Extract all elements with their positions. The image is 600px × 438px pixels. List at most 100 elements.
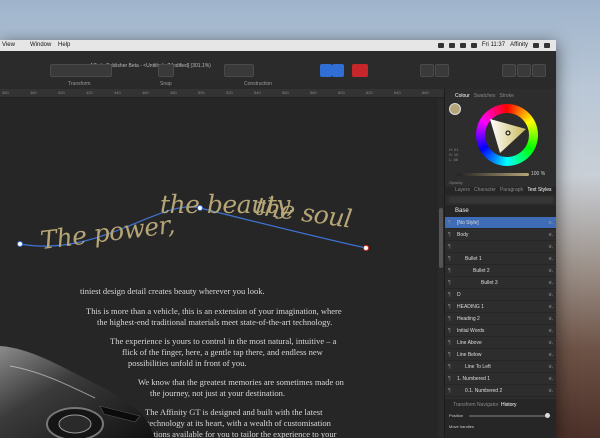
- transform-label[interactable]: Transform: [68, 81, 91, 87]
- style-options-icon[interactable]: ≡.: [549, 364, 553, 370]
- text-style-row[interactable]: ¶ 1. Numbered 1 ≡.: [445, 373, 556, 385]
- style-options-icon[interactable]: ≡.: [549, 220, 553, 226]
- bottom-panel: Transform Navigator History Position Mov…: [445, 399, 556, 438]
- pilcrow-icon: ¶: [448, 255, 451, 262]
- airplay-icon[interactable]: [448, 42, 455, 48]
- clock[interactable]: Fri 11:37: [482, 42, 505, 48]
- arrange-button[interactable]: [420, 64, 434, 77]
- colour-panel-tabs: Colour Swatches Stroke: [445, 93, 556, 101]
- text-style-row[interactable]: ¶ Bullet 2 ≡.: [445, 265, 556, 277]
- battery-icon[interactable]: [459, 42, 466, 48]
- text-style-row[interactable]: ¶ Body ≡.: [445, 229, 556, 241]
- text-style-row[interactable]: ¶ 0.1. Numbered 2 ≡.: [445, 385, 556, 397]
- text-style-label: Heading 2: [457, 315, 480, 322]
- paragraph-line[interactable]: This is more than a vehicle, this is an …: [86, 306, 342, 317]
- text-style-row[interactable]: ¶ [No Style] ≡.: [445, 217, 556, 229]
- paragraph-line[interactable]: The Affinity GT is designed and built wi…: [145, 407, 322, 418]
- text-style-row[interactable]: ¶ Bullet 1 ≡.: [445, 253, 556, 265]
- opacity-value[interactable]: 100 %: [531, 171, 545, 177]
- move-tool-button[interactable]: [158, 64, 174, 77]
- text-style-row[interactable]: ¶ ≡.: [445, 241, 556, 253]
- menu-item-help[interactable]: Help: [58, 42, 70, 48]
- main-toolbar: Affinity Publisher Beta - <Untitled> [Mo…: [0, 51, 556, 80]
- text-style-row[interactable]: ¶ Initial Words ≡.: [445, 325, 556, 337]
- user-name[interactable]: Affinity: [510, 42, 528, 48]
- pilcrow-icon: ¶: [448, 375, 451, 382]
- car-image[interactable]: [0, 336, 155, 438]
- style-options-icon[interactable]: ≡.: [549, 292, 553, 298]
- document-canvas[interactable]: The power, the beauty, the soul tiniest …: [0, 98, 444, 438]
- text-style-row[interactable]: ¶ Heading 2 ≡.: [445, 313, 556, 325]
- app-status-icon[interactable]: [437, 42, 444, 48]
- search-icon[interactable]: [533, 42, 539, 48]
- style-options-icon[interactable]: ≡.: [549, 280, 553, 286]
- styles-toolbar[interactable]: [449, 197, 553, 203]
- style-options-icon[interactable]: ≡.: [549, 388, 553, 394]
- insert-button[interactable]: [435, 64, 449, 77]
- notification-icon[interactable]: [544, 42, 550, 48]
- style-options-icon[interactable]: ≡.: [549, 268, 553, 274]
- tab-colour[interactable]: Colour: [455, 93, 470, 101]
- tab-swatches[interactable]: Swatches: [474, 93, 496, 101]
- menu-item-view[interactable]: View: [2, 42, 15, 48]
- ruler-tick-label: 600: [338, 90, 345, 95]
- position-label: Position: [449, 413, 464, 418]
- text-style-label: 1. Numbered 1: [457, 375, 491, 382]
- wifi-icon[interactable]: [470, 42, 477, 48]
- tab-layers[interactable]: Layers: [455, 187, 470, 195]
- tab-character[interactable]: Character: [474, 187, 496, 195]
- studio-toggle-button[interactable]: [532, 64, 546, 77]
- history-slider-handle[interactable]: [545, 413, 550, 418]
- opacity-label: Opacity: [449, 180, 463, 185]
- paragraph-line[interactable]: options available for you to tailor the …: [145, 429, 336, 438]
- history-item[interactable]: Move handles: [449, 424, 474, 429]
- text-style-row[interactable]: ¶ Line Below ≡.: [445, 349, 556, 361]
- snap-label[interactable]: Snap: [160, 81, 172, 87]
- share-button[interactable]: [517, 64, 531, 77]
- fill-swatch[interactable]: [449, 103, 461, 115]
- style-options-icon[interactable]: ≡.: [549, 340, 553, 346]
- text-style-row[interactable]: ¶ Line Above ≡.: [445, 337, 556, 349]
- paragraph-line[interactable]: We know that the greatest memories are s…: [138, 377, 344, 388]
- text-style-row[interactable]: ¶ Bullet 3 ≡.: [445, 277, 556, 289]
- style-options-icon[interactable]: ≡.: [549, 244, 553, 250]
- ruler-tick-label: 500: [198, 90, 205, 95]
- style-group-label: Base: [455, 207, 469, 214]
- ruler-tick-label: 460: [142, 90, 149, 95]
- text-style-row[interactable]: ¶ Line To Left ≡.: [445, 361, 556, 373]
- style-options-icon[interactable]: ≡.: [549, 232, 553, 238]
- preview-toggle-button[interactable]: [332, 64, 344, 77]
- tab-text-styles[interactable]: Text Styles: [527, 187, 551, 195]
- tab-history[interactable]: History: [501, 402, 517, 408]
- scrollbar-thumb[interactable]: [439, 208, 443, 268]
- text-style-row[interactable]: ¶ D ≡.: [445, 289, 556, 301]
- menu-item-window[interactable]: Window: [30, 42, 51, 48]
- opacity-slider[interactable]: [457, 173, 529, 176]
- paragraph-line[interactable]: the highest-end traditional materials me…: [97, 317, 332, 328]
- ruler-tick-label: 520: [226, 90, 233, 95]
- tab-stroke[interactable]: Stroke: [499, 93, 513, 101]
- style-group-header[interactable]: Base: [445, 205, 556, 217]
- snapping-toggle-button[interactable]: [320, 64, 332, 77]
- tab-navigator[interactable]: Navigator: [477, 402, 498, 408]
- paragraph-line[interactable]: the journey, not just at your destinatio…: [150, 388, 285, 399]
- style-options-icon[interactable]: ≡.: [549, 352, 553, 358]
- history-slider[interactable]: [469, 415, 545, 417]
- paragraph-line[interactable]: tiniest design detail creates beauty whe…: [80, 286, 265, 297]
- assistant-button[interactable]: [502, 64, 516, 77]
- ruler-tick-label: 540: [254, 90, 261, 95]
- construction-label[interactable]: Construction: [244, 81, 272, 87]
- color-picker-button[interactable]: [352, 64, 368, 77]
- style-options-icon[interactable]: ≡.: [549, 316, 553, 322]
- tab-paragraph[interactable]: Paragraph: [500, 187, 523, 195]
- paragraph-line[interactable]: technology at its heart, with a wealth o…: [147, 418, 331, 429]
- colour-triangle[interactable]: [488, 115, 528, 155]
- tab-transform[interactable]: Transform: [453, 402, 476, 408]
- style-options-icon[interactable]: ≡.: [549, 256, 553, 262]
- style-options-icon[interactable]: ≡.: [549, 376, 553, 382]
- view-mode-buttons[interactable]: [224, 64, 254, 77]
- style-options-icon[interactable]: ≡.: [549, 328, 553, 334]
- text-style-row[interactable]: ¶ HEADING 1 ≡.: [445, 301, 556, 313]
- style-options-icon[interactable]: ≡.: [549, 304, 553, 310]
- persona-buttons[interactable]: [50, 64, 112, 77]
